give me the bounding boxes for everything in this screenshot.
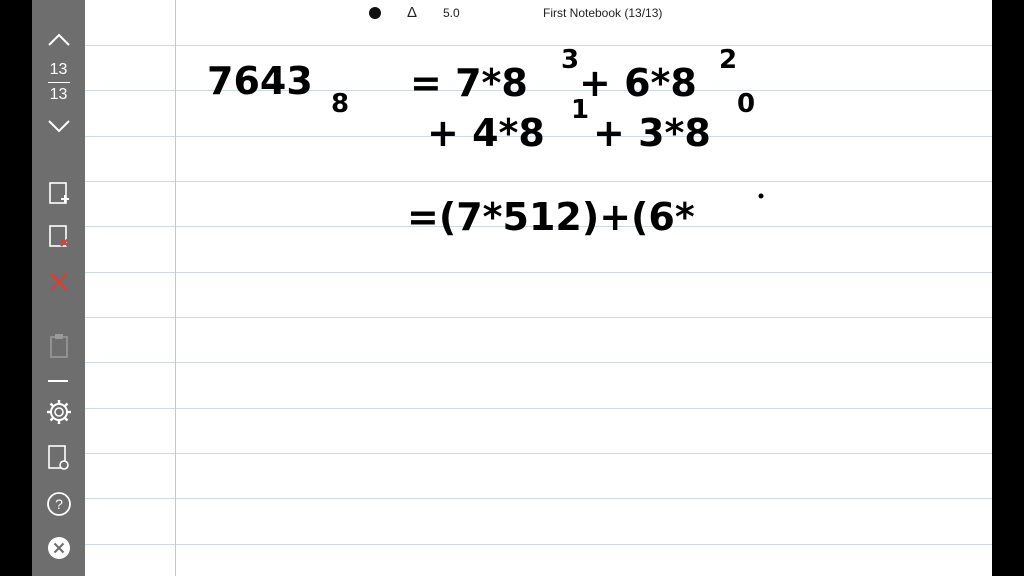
total-page-number: 13 [49,86,68,103]
chevron-up-icon[interactable] [32,28,85,52]
exponent-0: 0 [737,89,755,119]
left-bezel [0,0,32,576]
settings-gear-icon[interactable] [32,398,85,426]
help-icon[interactable]: ? [32,490,85,518]
expansion-term-3: + 4*8 [427,111,545,155]
expansion-term-1: = 7*8 [410,61,528,105]
current-page-number: 13 [49,61,68,78]
delete-page-icon[interactable] [32,223,85,249]
svg-text:?: ? [55,496,63,512]
close-x-icon[interactable] [32,270,85,294]
expansion-term-4: + 3*8 [593,111,711,155]
pen-cursor-dot [758,193,764,199]
handwriting-layer: 7643 8 = 7*8 3 + 6*8 2 + 4*8 1 + 3*8 0 =… [207,45,764,239]
page-divider [47,82,70,83]
expansion-term-2: + 6*8 [579,61,697,105]
page-counter: 13 13 [32,60,85,105]
page-settings-icon[interactable] [32,443,85,473]
chevron-down-icon[interactable] [32,114,85,138]
exponent-3: 3 [561,45,579,75]
notebook-page[interactable]: Δ 5.0 First Notebook (13/13) 7643 8 = 7*… [85,0,992,576]
evaluation-line: =(7*512)+(6* [407,195,695,239]
base-subscript: 8 [331,89,349,119]
exponent-2: 2 [719,45,737,75]
toolbar-separator [48,380,68,382]
octal-number: 7643 [207,59,313,103]
clipboard-icon[interactable] [32,332,85,360]
sidebar-toolbar: 13 13 ? [32,0,85,576]
right-bezel [992,0,1024,576]
exponent-1: 1 [571,95,589,125]
add-page-icon[interactable] [32,180,85,206]
exit-icon[interactable] [32,535,85,561]
